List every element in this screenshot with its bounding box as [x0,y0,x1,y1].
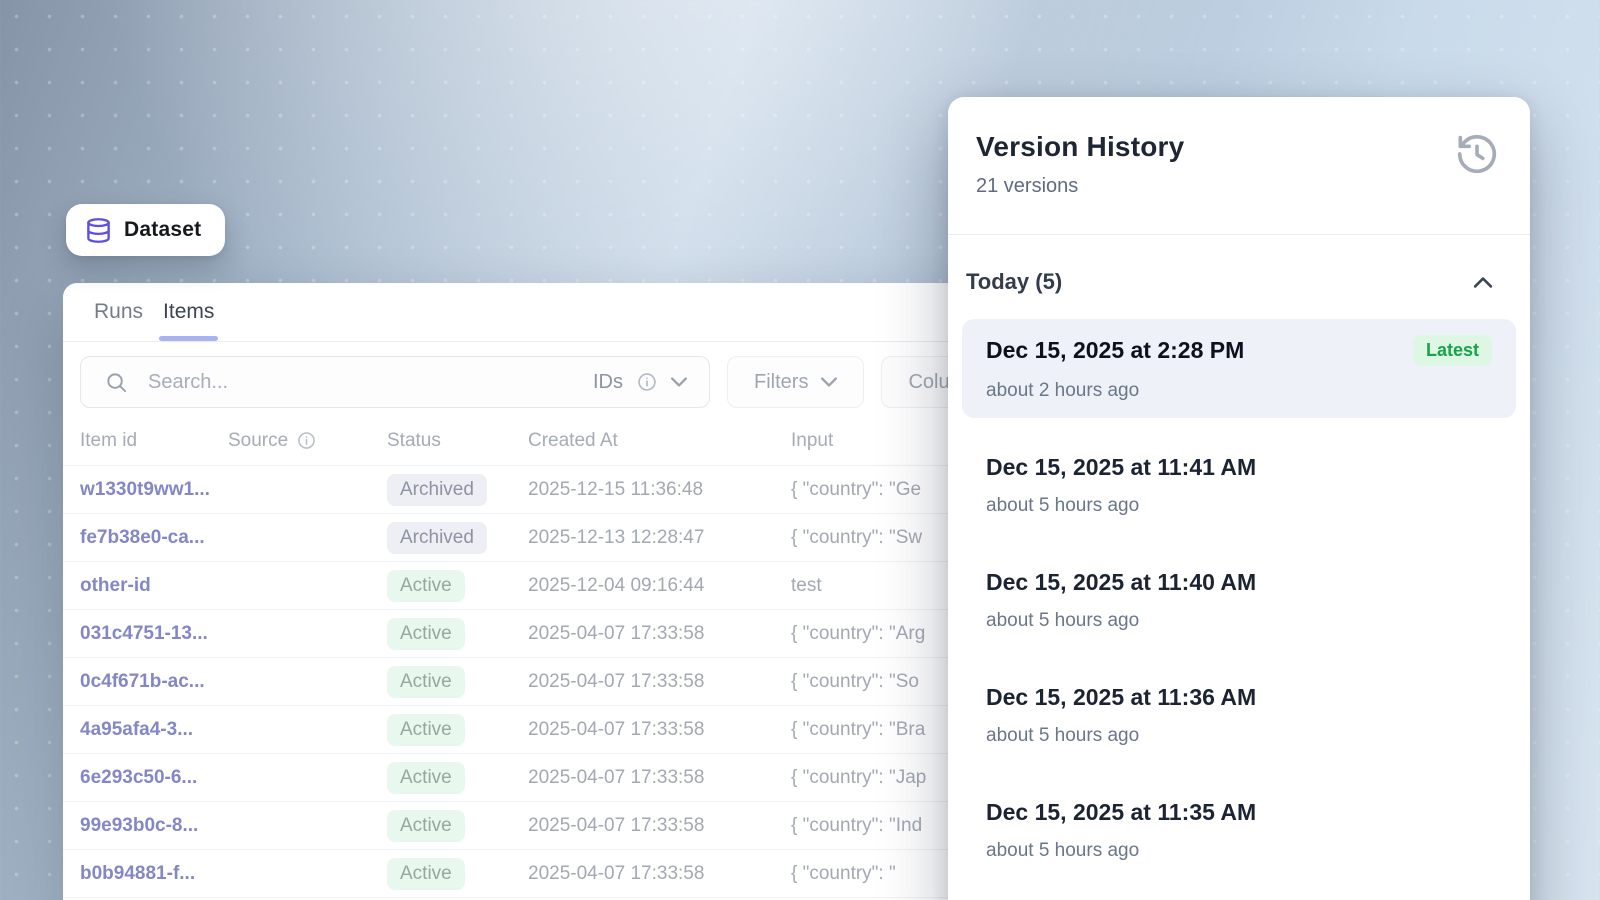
dataset-badge: Dataset [66,204,225,256]
header-item-id: Item id [80,430,228,452]
status-badge: Active [387,714,465,746]
version-history-panel: Version History 21 versions Today (5) De… [948,97,1530,900]
version-entry-title: Dec 15, 2025 at 11:36 AM [986,684,1256,711]
version-list: Today (5) Dec 15, 2025 at 2:28 PM Latest… [948,269,1530,878]
header-source-label: Source [228,430,288,452]
status-badge: Active [387,570,465,602]
version-entry-time: about 5 hours ago [986,610,1492,632]
version-count: 21 versions [976,175,1184,198]
version-history-header: Version History 21 versions [948,97,1530,198]
info-icon [637,372,657,392]
created-at-cell: 2025-04-07 17:33:58 [528,671,791,693]
version-entry[interactable]: Dec 15, 2025 at 2:28 PM Latest about 2 h… [962,319,1516,418]
dataset-badge-label: Dataset [124,218,201,242]
item-id-link[interactable]: w1330t9ww1... [80,479,228,501]
status-badge: Active [387,762,465,794]
chevron-down-icon [821,377,837,387]
info-icon [297,431,316,450]
version-entry-title: Dec 15, 2025 at 11:41 AM [986,454,1256,481]
tab-items[interactable]: Items [163,300,214,341]
ids-label: IDs [593,371,623,394]
version-entry-time: about 2 hours ago [986,380,1492,402]
filters-button[interactable]: Filters [727,356,864,408]
today-group-toggle[interactable]: Today (5) [962,269,1516,295]
created-at-cell: 2025-04-07 17:33:58 [528,815,791,837]
header-created-at: Created At [528,430,791,452]
version-entry[interactable]: Dec 15, 2025 at 11:40 AM about 5 hours a… [962,553,1516,648]
created-at-cell: 2025-04-07 17:33:58 [528,623,791,645]
version-entry-title: Dec 15, 2025 at 11:35 AM [986,799,1256,826]
created-at-cell: 2025-04-07 17:33:58 [528,719,791,741]
tab-runs[interactable]: Runs [94,300,143,341]
item-id-link[interactable]: other-id [80,575,228,597]
version-history-title: Version History [976,131,1184,163]
header-divider [948,234,1530,235]
status-badge: Active [387,858,465,890]
item-id-link[interactable]: b0b94881-f... [80,863,228,885]
database-icon [85,217,112,244]
today-group-label: Today (5) [966,269,1062,295]
created-at-cell: 2025-12-13 12:28:47 [528,527,791,549]
header-source: Source [228,430,387,452]
search-box[interactable]: IDs [80,356,710,408]
created-at-cell: 2025-04-07 17:33:58 [528,767,791,789]
created-at-cell: 2025-12-15 11:36:48 [528,479,791,501]
status-badge: Archived [387,522,487,554]
chevron-up-icon [1474,277,1492,288]
item-id-link[interactable]: 6e293c50-6... [80,767,228,789]
version-entry-title: Dec 15, 2025 at 2:28 PM [986,337,1244,364]
item-id-link[interactable]: 031c4751-13... [80,623,228,645]
status-badge: Active [387,810,465,842]
created-at-cell: 2025-04-07 17:33:58 [528,863,791,885]
filters-label: Filters [754,371,808,394]
header-status: Status [387,430,528,452]
version-entry[interactable]: Dec 15, 2025 at 11:36 AM about 5 hours a… [962,668,1516,763]
item-id-link[interactable]: 4a95afa4-3... [80,719,228,741]
version-entry[interactable]: Dec 15, 2025 at 11:41 AM about 5 hours a… [962,438,1516,533]
latest-badge: Latest [1413,335,1492,366]
status-badge: Active [387,666,465,698]
version-entry-time: about 5 hours ago [986,840,1492,862]
item-id-link[interactable]: 0c4f671b-ac... [80,671,228,693]
search-input[interactable] [148,371,593,394]
version-entry-time: about 5 hours ago [986,495,1492,517]
version-entry[interactable]: Dec 15, 2025 at 11:35 AM about 5 hours a… [962,783,1516,878]
version-entry-title: Dec 15, 2025 at 11:40 AM [986,569,1256,596]
item-id-link[interactable]: 99e93b0c-8... [80,815,228,837]
version-entry-time: about 5 hours ago [986,725,1492,747]
chevron-down-icon [671,377,687,387]
created-at-cell: 2025-12-04 09:16:44 [528,575,791,597]
status-badge: Active [387,618,465,650]
ids-dropdown[interactable]: IDs [593,371,687,394]
search-icon [105,371,128,394]
status-badge: Archived [387,474,487,506]
item-id-link[interactable]: fe7b38e0-ca... [80,527,228,549]
history-icon [1454,131,1500,177]
